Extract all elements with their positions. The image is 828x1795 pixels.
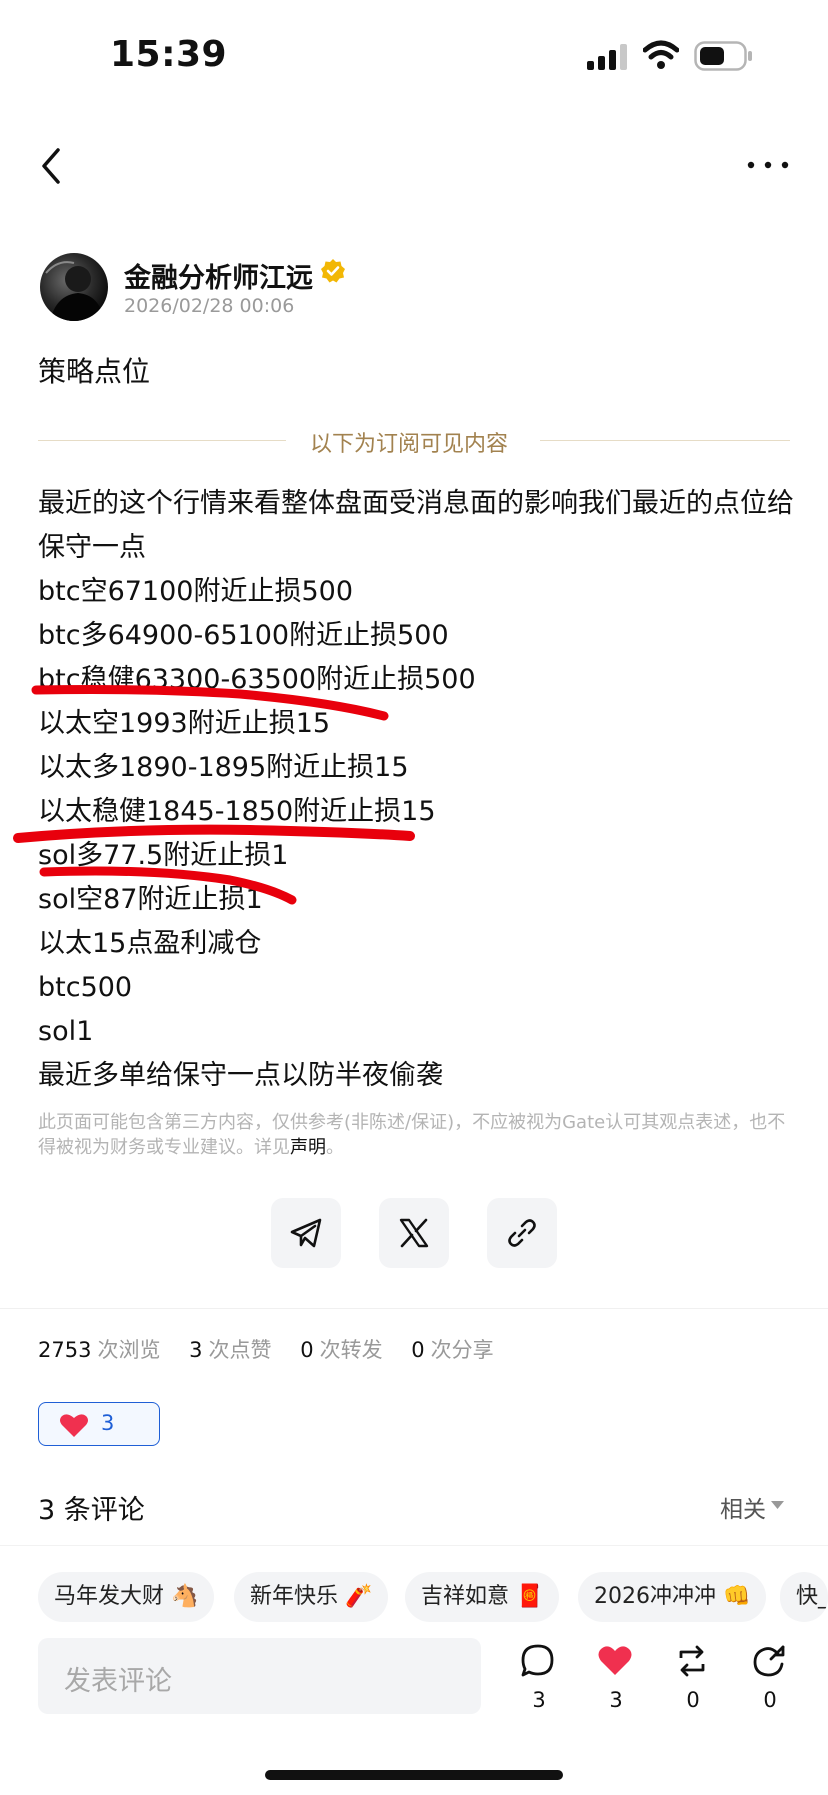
repost-icon <box>679 1645 705 1677</box>
quick-reply-chip[interactable]: 新年快乐 🧨 <box>234 1572 389 1622</box>
like-count: 3 <box>609 1688 623 1712</box>
section-separator <box>0 1308 828 1309</box>
repost-count: 0 <box>686 1688 700 1712</box>
disclaimer-text: 此页面可能包含第三方内容，仅供参考(非陈述/保证)，不应被视为Gate认可其观点… <box>38 1112 786 1158</box>
reposts-label: 次转发 <box>319 1338 383 1362</box>
like-chip-count: 3 <box>101 1411 115 1435</box>
body-line: btc空67100附近止损500 <box>38 576 353 607</box>
author-name[interactable]: 金融分析师江远 <box>124 256 313 295</box>
views-count: 2753 <box>38 1338 92 1362</box>
share-arrow-icon <box>753 1645 785 1677</box>
heart-filled-icon <box>598 1646 632 1675</box>
quick-reply-chip[interactable]: 吉祥如意 🧧 <box>405 1572 560 1622</box>
comment-bubble-icon <box>521 1644 554 1677</box>
back-arrow-icon[interactable] <box>38 146 66 186</box>
comment-action[interactable]: 3 <box>519 1642 559 1712</box>
home-indicator <box>265 1770 563 1780</box>
avatar-portrait-icon <box>45 261 104 321</box>
post-title: 策略点位 <box>38 355 151 388</box>
telegram-icon <box>290 1218 322 1248</box>
post-stats: 2753 次浏览 3 次点赞 0 次转发 0 次分享 <box>38 1334 494 1364</box>
body-line: 以太15点盈利减仓 <box>38 928 262 959</box>
cellular-signal-icon <box>587 44 627 70</box>
comment-input-placeholder: 发表评论 <box>64 1666 172 1697</box>
body-line: 以太稳健1845-1850附近止损15 <box>38 796 436 827</box>
body-line: btc多64900-65100附近止损500 <box>38 620 449 651</box>
body-line: 最近多单给保守一点以防半夜偷袭 <box>38 1060 443 1091</box>
comment-count: 3 <box>532 1688 546 1712</box>
body-line: sol空87附近止损1 <box>38 884 263 915</box>
share-action[interactable]: 0 <box>750 1642 790 1712</box>
x-icon <box>399 1218 429 1248</box>
divider-line-right <box>540 440 790 441</box>
copy-link-button[interactable] <box>487 1198 557 1268</box>
divider-line-left <box>38 440 286 441</box>
body-line: 最近的这个行情来看整体盘面受消息面的影响我们最近的点位给保守一点 <box>38 488 794 563</box>
repost-action[interactable]: 0 <box>673 1642 713 1712</box>
share-x-button[interactable] <box>379 1198 449 1268</box>
battery-icon <box>694 41 752 71</box>
body-line: btc稳健63300-63500附近止损500 <box>38 664 476 695</box>
post-timestamp: 2026/02/28 00:06 <box>124 295 295 317</box>
disclaimer: 此页面可能包含第三方内容，仅供参考(非陈述/保证)，不应被视为Gate认可其观点… <box>38 1110 798 1160</box>
sort-dropdown[interactable]: 相关 <box>720 1490 766 1524</box>
verified-badge-icon <box>321 259 345 283</box>
subscriber-content-label: 以下为订阅可见内容 <box>310 432 509 457</box>
likes-count: 3 <box>189 1338 203 1362</box>
post-body: 最近的这个行情来看整体盘面受消息面的影响我们最近的点位给保守一点 btc空671… <box>38 482 798 1098</box>
like-action[interactable]: 3 <box>596 1642 636 1712</box>
disclaimer-link[interactable]: 声明 <box>290 1137 326 1158</box>
comment-input[interactable]: 发表评论 <box>38 1638 481 1714</box>
link-icon <box>508 1219 536 1247</box>
likes-label: 次点赞 <box>208 1338 272 1362</box>
status-time: 15:39 <box>110 34 228 75</box>
quick-reply-chip[interactable]: 马年发大财 🐴 <box>38 1572 215 1622</box>
more-options-icon[interactable] <box>746 158 790 172</box>
body-line: btc500 <box>38 972 133 1003</box>
reposts-count: 0 <box>300 1338 314 1362</box>
chip-bar-divider <box>0 1545 828 1546</box>
quick-reply-chip[interactable]: 快_ <box>780 1572 828 1622</box>
disclaimer-end: 。 <box>326 1137 344 1158</box>
views-label: 次浏览 <box>97 1338 161 1362</box>
heart-icon <box>60 1414 88 1437</box>
caret-down-icon[interactable] <box>771 1501 784 1509</box>
share-count: 0 <box>763 1688 777 1712</box>
body-line: 以太多1890-1895附近止损15 <box>38 752 409 783</box>
body-line: sol1 <box>38 1016 94 1047</box>
author-avatar[interactable] <box>40 253 108 321</box>
quick-reply-chip[interactable]: 2026冲冲冲 👊 <box>578 1572 767 1622</box>
like-reaction-chip[interactable]: 3 <box>38 1402 160 1446</box>
shares-label: 次分享 <box>430 1338 494 1362</box>
share-telegram-button[interactable] <box>271 1198 341 1268</box>
wifi-icon <box>643 40 679 69</box>
comments-title: 3 条评论 <box>38 1495 145 1526</box>
shares-count: 0 <box>411 1338 425 1362</box>
body-line: sol多77.5附近止损1 <box>38 840 289 871</box>
body-line: 以太空1993附近止损15 <box>38 708 331 739</box>
